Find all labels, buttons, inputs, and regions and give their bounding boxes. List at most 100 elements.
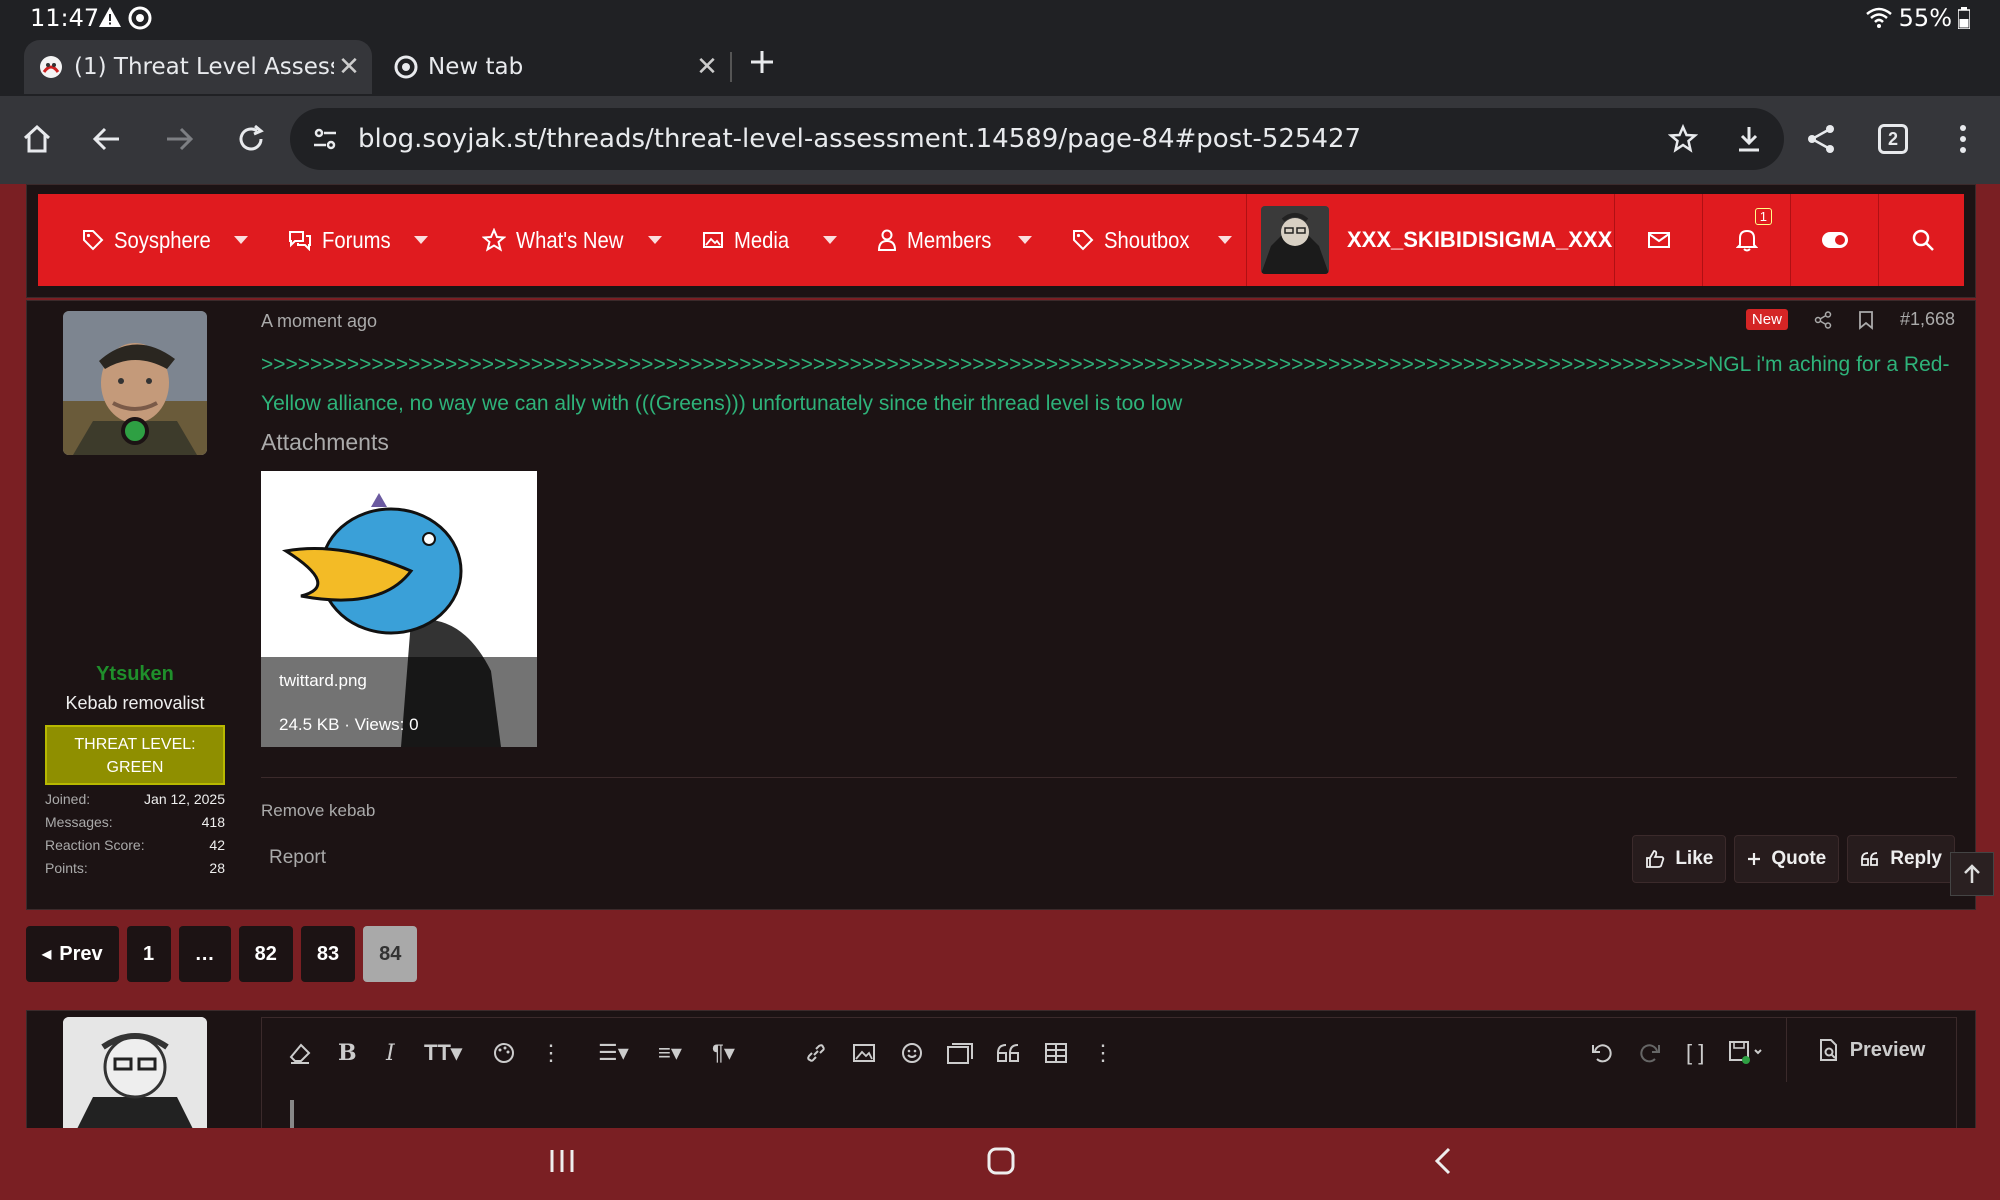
chevron-down-icon[interactable]	[233, 236, 248, 244]
quote-block-icon[interactable]	[996, 1036, 1022, 1070]
tab-new-tab[interactable]: New tab ✕	[390, 40, 730, 94]
battery-icon	[1958, 7, 1970, 29]
page-link[interactable]: 1	[126, 926, 171, 982]
nav-label: What's New	[515, 226, 624, 253]
scroll-to-top-button[interactable]	[1950, 852, 1994, 896]
bold-icon[interactable]: B	[338, 1036, 357, 1070]
post-number[interactable]: #1,668	[1900, 309, 1955, 330]
back-icon[interactable]	[86, 118, 128, 160]
image-icon[interactable]	[852, 1036, 876, 1070]
reload-icon[interactable]	[230, 118, 272, 160]
system-back-icon[interactable]	[1432, 1146, 1454, 1176]
media-gallery-icon[interactable]	[946, 1036, 974, 1070]
nav-item-media[interactable]: Media	[682, 194, 857, 286]
nav-item-forums[interactable]: Forums	[268, 194, 448, 286]
nav-item-whats-new[interactable]: What's New	[448, 194, 682, 286]
text-size-icon[interactable]: TT▾	[424, 1036, 462, 1070]
share-icon[interactable]	[1814, 310, 1832, 329]
chevron-down-icon[interactable]	[822, 236, 837, 244]
stat-value: Jan 12, 2025	[144, 791, 225, 807]
alerts-button[interactable]: 1	[1702, 194, 1790, 286]
account-menu[interactable]: XXX_SKIBIDISIGMA_XXX	[1246, 194, 1612, 286]
site-settings-icon[interactable]	[312, 126, 338, 152]
close-tab-icon[interactable]: ✕	[334, 52, 364, 82]
battery-level: 55%	[1898, 4, 1952, 32]
quote-button[interactable]: Quote	[1734, 835, 1840, 883]
report-link[interactable]: Report	[269, 847, 326, 869]
more-options-icon[interactable]: ⋮	[540, 1036, 562, 1070]
page-link[interactable]: 82	[238, 926, 293, 982]
chevron-down-icon[interactable]	[413, 236, 428, 244]
new-tab-button[interactable]	[748, 48, 776, 76]
author-name[interactable]: Ytsuken	[27, 663, 243, 686]
document-search-icon	[1818, 1038, 1840, 1062]
draft-save-icon[interactable]	[1728, 1036, 1764, 1070]
nav-item-members[interactable]: Members	[857, 194, 1053, 286]
nav-item-soysphere[interactable]: Soysphere	[38, 194, 268, 286]
tab-count: 2	[1878, 124, 1908, 154]
tab-switcher-button[interactable]: 2	[1872, 118, 1914, 160]
nav-label: Members	[906, 226, 991, 253]
recent-apps-icon[interactable]	[548, 1146, 576, 1176]
prev-label: Prev	[59, 942, 103, 965]
post-time[interactable]: A moment ago	[261, 311, 377, 332]
like-button[interactable]: Like	[1632, 835, 1727, 883]
avatar	[1261, 206, 1329, 274]
prev-page-button[interactable]: ◀ Prev	[26, 926, 119, 982]
paragraph-icon[interactable]: ¶▾	[712, 1036, 735, 1070]
chevron-down-icon[interactable]	[647, 236, 662, 244]
preview-button[interactable]: Preview	[1786, 1018, 1956, 1082]
bbcode-toggle-icon[interactable]: [ ]	[1686, 1036, 1704, 1070]
close-tab-icon[interactable]: ✕	[692, 52, 722, 82]
pagination: ◀ Prev 1 … 82 83 84	[26, 926, 418, 982]
forward-icon[interactable]	[158, 118, 200, 160]
link-icon[interactable]	[804, 1036, 828, 1070]
user-icon	[877, 229, 897, 251]
home-button-icon[interactable]	[986, 1146, 1016, 1176]
table-icon[interactable]	[1044, 1036, 1068, 1070]
arrow-up-icon	[1962, 863, 1982, 885]
attachment-meta: 24.5 KB · Views: 0	[279, 715, 419, 734]
address-bar[interactable]: blog.soyjak.st/threads/threat-level-asse…	[290, 108, 1784, 170]
page-ellipsis[interactable]: …	[178, 926, 231, 982]
reply-button[interactable]: Reply	[1847, 835, 1955, 883]
stat-row: Points: 28	[45, 860, 225, 883]
tab-threat-level[interactable]: (1) Threat Level Assessm ✕	[24, 40, 372, 94]
chevron-down-icon[interactable]	[1018, 236, 1033, 244]
inbox-button[interactable]	[1614, 194, 1702, 286]
attachment-thumbnail[interactable]: twittard.png 24.5 KB · Views: 0	[261, 471, 537, 747]
redo-icon[interactable]	[1638, 1036, 1662, 1070]
signature-divider	[261, 777, 1957, 778]
home-icon[interactable]	[16, 118, 58, 160]
align-icon[interactable]: ≡▾	[658, 1036, 682, 1070]
post-signature: Remove kebab	[261, 801, 376, 820]
theme-toggle[interactable]	[1790, 194, 1878, 286]
attachments-heading: Attachments	[261, 429, 389, 455]
nav-item-shoutbox[interactable]: Shoutbox	[1052, 194, 1251, 286]
post-actions: Like Quote Reply	[1632, 835, 1955, 883]
palette-icon[interactable]	[492, 1036, 516, 1070]
search-button[interactable]	[1878, 194, 1966, 286]
stat-value: 42	[209, 837, 225, 853]
rich-text-editor[interactable]: B I TT▾ ⋮ ☰▾ ≡▾ ¶▾ ⋮ [ ] Preview	[261, 1017, 1957, 1128]
post-meta: New #1,668	[1745, 309, 1955, 330]
page-link[interactable]: 83	[300, 926, 356, 982]
undo-icon[interactable]	[1590, 1036, 1614, 1070]
download-icon[interactable]	[1734, 124, 1764, 154]
attachment-filename: twittard.png	[279, 671, 367, 690]
eraser-icon[interactable]	[288, 1036, 312, 1070]
chevron-down-icon[interactable]	[1217, 236, 1232, 244]
nav-label: Forums	[321, 226, 391, 253]
bookmark-icon[interactable]	[1858, 310, 1874, 330]
more-menu-icon[interactable]	[1942, 118, 1984, 160]
share-icon[interactable]	[1800, 118, 1842, 160]
list-icon[interactable]: ☰▾	[598, 1036, 629, 1070]
current-page[interactable]: 84	[363, 926, 418, 982]
smiley-icon[interactable]	[900, 1036, 924, 1070]
stat-label: Messages:	[45, 814, 113, 830]
bookmark-star-icon[interactable]	[1668, 124, 1698, 154]
online-status-icon	[121, 417, 149, 445]
more-options-icon[interactable]: ⋮	[1092, 1036, 1114, 1070]
nav-label: Media	[733, 226, 790, 253]
italic-icon[interactable]: I	[386, 1036, 395, 1070]
